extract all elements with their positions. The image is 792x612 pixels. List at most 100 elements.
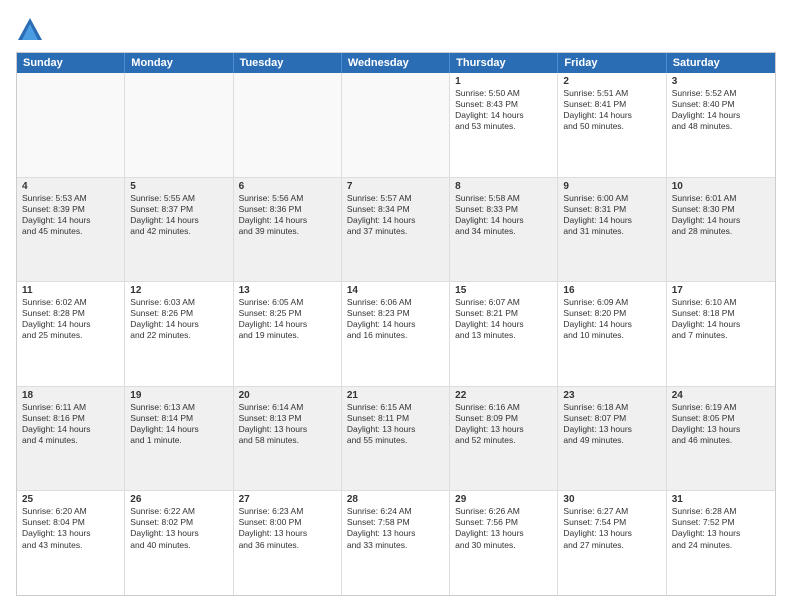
day-number: 26 [130, 494, 227, 505]
day-cell: 16Sunrise: 6:09 AM Sunset: 8:20 PM Dayli… [558, 282, 666, 386]
day-number: 14 [347, 285, 444, 296]
day-cell: 7Sunrise: 5:57 AM Sunset: 8:34 PM Daylig… [342, 178, 450, 282]
day-cell: 23Sunrise: 6:18 AM Sunset: 8:07 PM Dayli… [558, 387, 666, 491]
day-number: 25 [22, 494, 119, 505]
day-info: Sunrise: 6:18 AM Sunset: 8:07 PM Dayligh… [563, 402, 660, 446]
day-number: 24 [672, 390, 770, 401]
day-number: 21 [347, 390, 444, 401]
day-number: 27 [239, 494, 336, 505]
header [16, 16, 776, 44]
empty-cell [17, 73, 125, 177]
day-info: Sunrise: 5:57 AM Sunset: 8:34 PM Dayligh… [347, 193, 444, 237]
day-number: 17 [672, 285, 770, 296]
day-number: 31 [672, 494, 770, 505]
day-number: 13 [239, 285, 336, 296]
calendar-row: 4Sunrise: 5:53 AM Sunset: 8:39 PM Daylig… [17, 178, 775, 283]
day-number: 7 [347, 181, 444, 192]
weekday-header: Saturday [667, 53, 775, 73]
day-info: Sunrise: 6:23 AM Sunset: 8:00 PM Dayligh… [239, 506, 336, 550]
day-cell: 25Sunrise: 6:20 AM Sunset: 8:04 PM Dayli… [17, 491, 125, 595]
day-number: 8 [455, 181, 552, 192]
calendar-row: 1Sunrise: 5:50 AM Sunset: 8:43 PM Daylig… [17, 73, 775, 178]
calendar-body: 1Sunrise: 5:50 AM Sunset: 8:43 PM Daylig… [17, 73, 775, 595]
day-number: 29 [455, 494, 552, 505]
day-cell: 29Sunrise: 6:26 AM Sunset: 7:56 PM Dayli… [450, 491, 558, 595]
day-cell: 14Sunrise: 6:06 AM Sunset: 8:23 PM Dayli… [342, 282, 450, 386]
day-number: 6 [239, 181, 336, 192]
day-number: 9 [563, 181, 660, 192]
day-info: Sunrise: 5:51 AM Sunset: 8:41 PM Dayligh… [563, 88, 660, 132]
day-number: 30 [563, 494, 660, 505]
day-info: Sunrise: 6:11 AM Sunset: 8:16 PM Dayligh… [22, 402, 119, 446]
day-number: 28 [347, 494, 444, 505]
day-info: Sunrise: 6:03 AM Sunset: 8:26 PM Dayligh… [130, 297, 227, 341]
day-info: Sunrise: 5:56 AM Sunset: 8:36 PM Dayligh… [239, 193, 336, 237]
logo-icon [16, 16, 44, 44]
day-cell: 26Sunrise: 6:22 AM Sunset: 8:02 PM Dayli… [125, 491, 233, 595]
day-cell: 30Sunrise: 6:27 AM Sunset: 7:54 PM Dayli… [558, 491, 666, 595]
day-info: Sunrise: 6:20 AM Sunset: 8:04 PM Dayligh… [22, 506, 119, 550]
day-cell: 6Sunrise: 5:56 AM Sunset: 8:36 PM Daylig… [234, 178, 342, 282]
calendar-row: 25Sunrise: 6:20 AM Sunset: 8:04 PM Dayli… [17, 491, 775, 595]
day-number: 20 [239, 390, 336, 401]
day-cell: 3Sunrise: 5:52 AM Sunset: 8:40 PM Daylig… [667, 73, 775, 177]
day-number: 23 [563, 390, 660, 401]
day-number: 3 [672, 76, 770, 87]
day-cell: 9Sunrise: 6:00 AM Sunset: 8:31 PM Daylig… [558, 178, 666, 282]
day-number: 4 [22, 181, 119, 192]
day-cell: 21Sunrise: 6:15 AM Sunset: 8:11 PM Dayli… [342, 387, 450, 491]
day-cell: 28Sunrise: 6:24 AM Sunset: 7:58 PM Dayli… [342, 491, 450, 595]
day-number: 19 [130, 390, 227, 401]
day-cell: 8Sunrise: 5:58 AM Sunset: 8:33 PM Daylig… [450, 178, 558, 282]
day-info: Sunrise: 6:06 AM Sunset: 8:23 PM Dayligh… [347, 297, 444, 341]
day-info: Sunrise: 5:58 AM Sunset: 8:33 PM Dayligh… [455, 193, 552, 237]
day-info: Sunrise: 6:24 AM Sunset: 7:58 PM Dayligh… [347, 506, 444, 550]
logo [16, 16, 48, 44]
weekday-header: Wednesday [342, 53, 450, 73]
day-cell: 15Sunrise: 6:07 AM Sunset: 8:21 PM Dayli… [450, 282, 558, 386]
day-number: 5 [130, 181, 227, 192]
calendar-header: SundayMondayTuesdayWednesdayThursdayFrid… [17, 53, 775, 73]
day-number: 10 [672, 181, 770, 192]
empty-cell [342, 73, 450, 177]
day-info: Sunrise: 6:26 AM Sunset: 7:56 PM Dayligh… [455, 506, 552, 550]
day-number: 11 [22, 285, 119, 296]
day-info: Sunrise: 6:09 AM Sunset: 8:20 PM Dayligh… [563, 297, 660, 341]
day-info: Sunrise: 5:55 AM Sunset: 8:37 PM Dayligh… [130, 193, 227, 237]
weekday-header: Tuesday [234, 53, 342, 73]
day-cell: 20Sunrise: 6:14 AM Sunset: 8:13 PM Dayli… [234, 387, 342, 491]
day-info: Sunrise: 5:50 AM Sunset: 8:43 PM Dayligh… [455, 88, 552, 132]
weekday-header: Sunday [17, 53, 125, 73]
day-info: Sunrise: 6:07 AM Sunset: 8:21 PM Dayligh… [455, 297, 552, 341]
calendar-row: 18Sunrise: 6:11 AM Sunset: 8:16 PM Dayli… [17, 387, 775, 492]
day-info: Sunrise: 6:22 AM Sunset: 8:02 PM Dayligh… [130, 506, 227, 550]
day-number: 12 [130, 285, 227, 296]
day-cell: 11Sunrise: 6:02 AM Sunset: 8:28 PM Dayli… [17, 282, 125, 386]
day-cell: 31Sunrise: 6:28 AM Sunset: 7:52 PM Dayli… [667, 491, 775, 595]
day-cell: 19Sunrise: 6:13 AM Sunset: 8:14 PM Dayli… [125, 387, 233, 491]
day-cell: 22Sunrise: 6:16 AM Sunset: 8:09 PM Dayli… [450, 387, 558, 491]
day-info: Sunrise: 5:52 AM Sunset: 8:40 PM Dayligh… [672, 88, 770, 132]
calendar: SundayMondayTuesdayWednesdayThursdayFrid… [16, 52, 776, 596]
day-cell: 5Sunrise: 5:55 AM Sunset: 8:37 PM Daylig… [125, 178, 233, 282]
day-number: 18 [22, 390, 119, 401]
calendar-row: 11Sunrise: 6:02 AM Sunset: 8:28 PM Dayli… [17, 282, 775, 387]
day-cell: 10Sunrise: 6:01 AM Sunset: 8:30 PM Dayli… [667, 178, 775, 282]
day-info: Sunrise: 6:27 AM Sunset: 7:54 PM Dayligh… [563, 506, 660, 550]
weekday-header: Friday [558, 53, 666, 73]
day-info: Sunrise: 6:19 AM Sunset: 8:05 PM Dayligh… [672, 402, 770, 446]
weekday-header: Thursday [450, 53, 558, 73]
day-cell: 24Sunrise: 6:19 AM Sunset: 8:05 PM Dayli… [667, 387, 775, 491]
day-cell: 18Sunrise: 6:11 AM Sunset: 8:16 PM Dayli… [17, 387, 125, 491]
day-info: Sunrise: 6:05 AM Sunset: 8:25 PM Dayligh… [239, 297, 336, 341]
day-info: Sunrise: 6:15 AM Sunset: 8:11 PM Dayligh… [347, 402, 444, 446]
day-cell: 13Sunrise: 6:05 AM Sunset: 8:25 PM Dayli… [234, 282, 342, 386]
day-number: 2 [563, 76, 660, 87]
day-cell: 1Sunrise: 5:50 AM Sunset: 8:43 PM Daylig… [450, 73, 558, 177]
day-info: Sunrise: 6:13 AM Sunset: 8:14 PM Dayligh… [130, 402, 227, 446]
day-info: Sunrise: 6:02 AM Sunset: 8:28 PM Dayligh… [22, 297, 119, 341]
weekday-header: Monday [125, 53, 233, 73]
day-info: Sunrise: 6:01 AM Sunset: 8:30 PM Dayligh… [672, 193, 770, 237]
day-number: 1 [455, 76, 552, 87]
day-cell: 12Sunrise: 6:03 AM Sunset: 8:26 PM Dayli… [125, 282, 233, 386]
